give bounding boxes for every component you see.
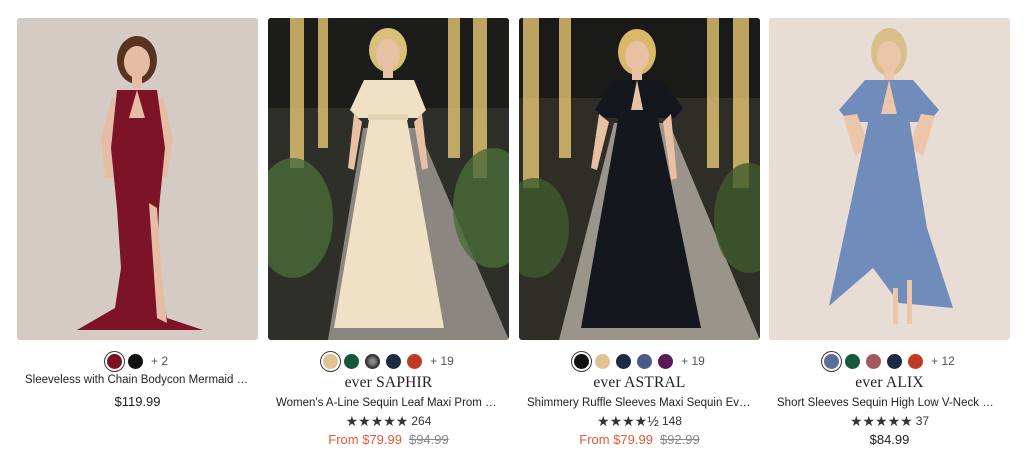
- rating: ★★★★★ 264: [268, 413, 509, 429]
- more-colors-count[interactable]: + 12: [931, 354, 955, 368]
- color-swatch[interactable]: [866, 353, 882, 369]
- review-count[interactable]: 148: [662, 414, 682, 428]
- product-image[interactable]: [268, 18, 509, 340]
- price-row: From $79.99 $94.99: [268, 432, 509, 447]
- color-swatch[interactable]: [365, 353, 381, 369]
- product-card[interactable]: + 19 ever ASTRAL Shimmery Ruffle Sleeves…: [519, 18, 760, 447]
- color-swatches: + 2: [17, 352, 258, 370]
- price-row: $119.99: [17, 394, 258, 409]
- product-image[interactable]: [519, 18, 760, 340]
- more-colors-count[interactable]: + 2: [151, 354, 168, 368]
- color-swatch[interactable]: [127, 353, 143, 369]
- color-swatch[interactable]: [344, 353, 360, 369]
- star-rating-icon: ★★★★★: [345, 412, 409, 429]
- star-rating-icon: ★★★★½: [597, 412, 659, 429]
- color-swatches: + 12: [769, 352, 1010, 370]
- brand-name: ever ALIX: [855, 374, 924, 391]
- product-card[interactable]: + 19 ever SAPHIR Women's A-Line Sequin L…: [268, 18, 509, 447]
- brand-name: ever SAPHIR: [344, 374, 433, 391]
- original-price: $92.99: [659, 432, 700, 447]
- product-title[interactable]: Shimmery Ruffle Sleeves Maxi Sequin Even…: [519, 397, 760, 409]
- color-swatch[interactable]: [386, 353, 402, 369]
- review-count[interactable]: 264: [411, 414, 431, 428]
- star-rating-icon: ★★★★★: [849, 412, 913, 429]
- product-image[interactable]: [769, 18, 1010, 340]
- color-swatch[interactable]: [407, 353, 423, 369]
- product-price: $119.99: [114, 394, 161, 409]
- price-row: $84.99: [769, 432, 1010, 447]
- color-swatch[interactable]: [323, 353, 339, 369]
- color-swatches: + 19: [519, 352, 760, 370]
- rating: ★★★★★ 37: [769, 413, 1010, 429]
- product-title[interactable]: Short Sleeves Sequin High Low V-Neck Mid…: [769, 397, 1010, 409]
- color-swatch[interactable]: [637, 353, 653, 369]
- rating: ★★★★½ 148: [519, 413, 760, 429]
- more-colors-count[interactable]: + 19: [681, 354, 705, 368]
- product-title[interactable]: Women's A-Line Sequin Leaf Maxi Prom Dre…: [268, 397, 509, 409]
- product-card[interactable]: + 12 ever ALIX Short Sleeves Sequin High…: [769, 18, 1010, 447]
- product-image[interactable]: [17, 18, 258, 340]
- more-colors-count[interactable]: + 19: [430, 354, 454, 368]
- sale-price: From $79.99: [579, 432, 653, 447]
- sale-price: From $79.99: [328, 432, 402, 447]
- product-title[interactable]: Sleeveless with Chain Bodycon Mermaid Hi…: [17, 374, 258, 386]
- color-swatch[interactable]: [824, 353, 840, 369]
- original-price: $94.99: [408, 432, 449, 447]
- color-swatch[interactable]: [574, 353, 590, 369]
- product-price: $84.99: [869, 432, 910, 447]
- color-swatches: + 19: [268, 352, 509, 370]
- color-swatch[interactable]: [595, 353, 611, 369]
- color-swatch[interactable]: [845, 353, 861, 369]
- review-count[interactable]: 37: [916, 414, 929, 428]
- color-swatch[interactable]: [658, 353, 674, 369]
- color-swatch[interactable]: [616, 353, 632, 369]
- brand-name: ever ASTRAL: [593, 374, 686, 391]
- color-swatch[interactable]: [887, 353, 903, 369]
- color-swatch[interactable]: [908, 353, 924, 369]
- color-swatch[interactable]: [106, 353, 122, 369]
- product-grid: + 2 Sleeveless with Chain Bodycon Mermai…: [0, 0, 1024, 466]
- price-row: From $79.99 $92.99: [519, 432, 760, 447]
- product-card[interactable]: + 2 Sleeveless with Chain Bodycon Mermai…: [17, 18, 258, 409]
